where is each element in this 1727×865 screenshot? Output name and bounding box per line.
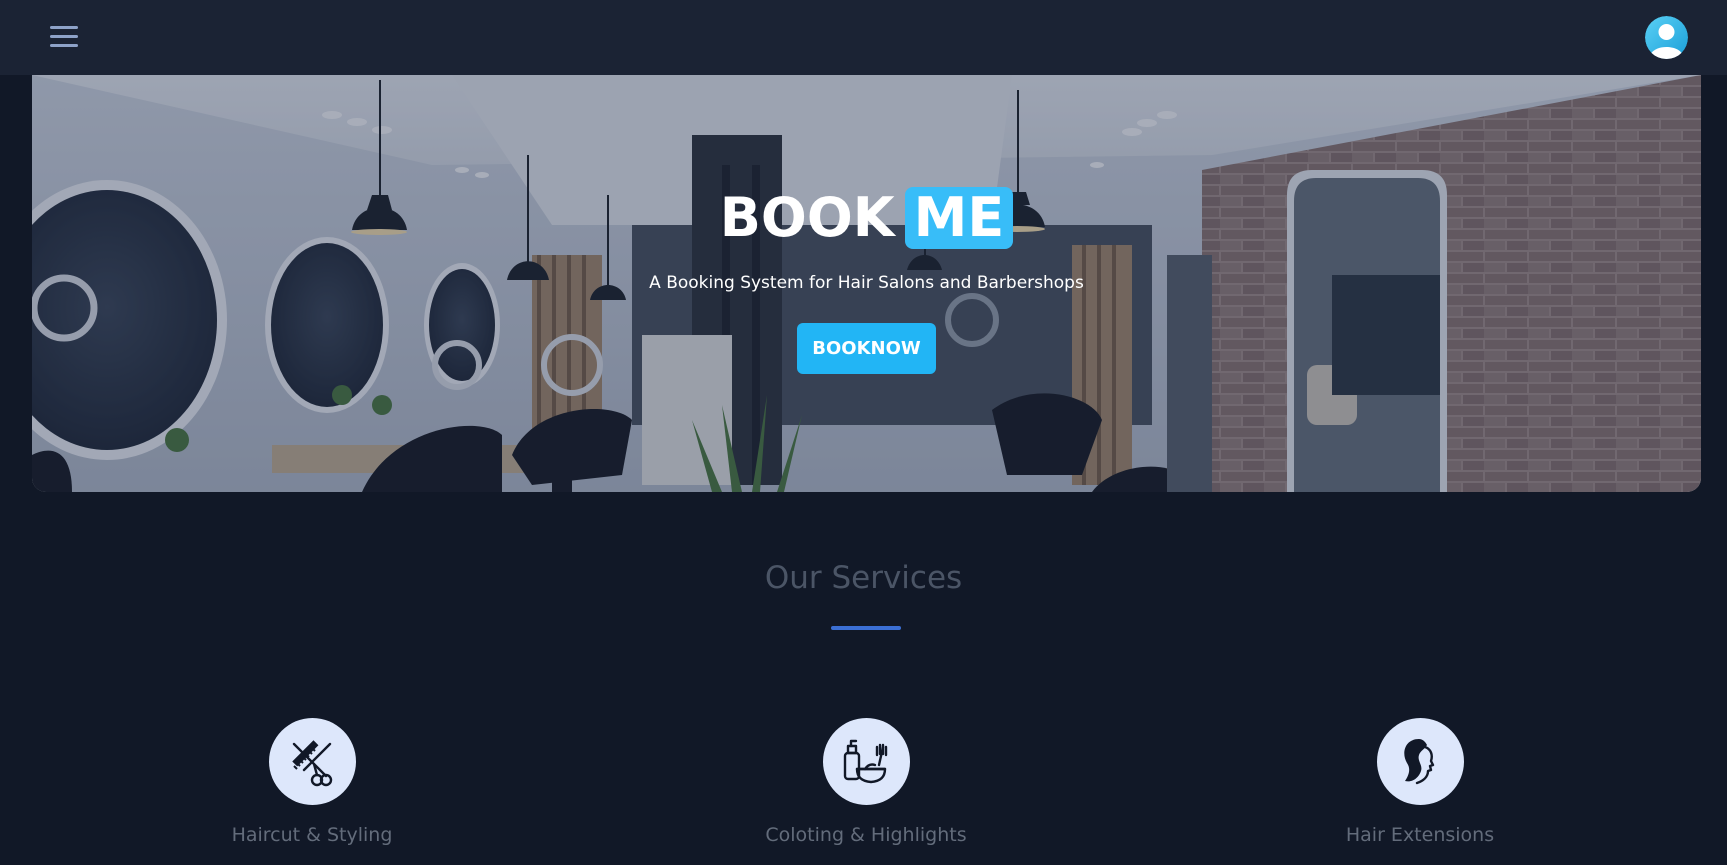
hero-title: BOOK ME xyxy=(32,187,1701,249)
service-label: Coloting & Highlights xyxy=(765,824,967,846)
hair-dye-icon xyxy=(843,739,888,783)
book-now-button[interactable]: BOOKNOW xyxy=(797,323,936,374)
service-icon-circle xyxy=(268,718,356,805)
service-card-extensions[interactable]: Hair Extensions xyxy=(1270,718,1570,846)
service-icon-circle xyxy=(1376,718,1464,805)
hero-title-highlight: ME xyxy=(904,187,1014,249)
service-label: Hair Extensions xyxy=(1345,824,1495,846)
hero-title-main: BOOK xyxy=(719,186,895,249)
services-heading-underline xyxy=(831,626,901,630)
service-label: Haircut & Styling xyxy=(231,824,393,846)
hero-banner: BOOK ME A Booking System for Hair Salons … xyxy=(32,75,1701,492)
top-navigation-bar xyxy=(0,0,1727,75)
hero-subtitle: A Booking System for Hair Salons and Bar… xyxy=(649,273,1084,293)
services-heading: Our Services xyxy=(764,560,963,596)
woman-hair-icon xyxy=(1404,738,1435,784)
service-card-haircut[interactable]: Haircut & Styling xyxy=(162,718,462,846)
hamburger-menu-icon[interactable] xyxy=(50,26,78,48)
scissors-comb-icon xyxy=(292,739,333,786)
service-icon-circle xyxy=(822,718,910,805)
service-card-coloring[interactable]: Coloting & Highlights xyxy=(716,718,1016,846)
user-avatar-icon[interactable] xyxy=(1645,16,1688,59)
